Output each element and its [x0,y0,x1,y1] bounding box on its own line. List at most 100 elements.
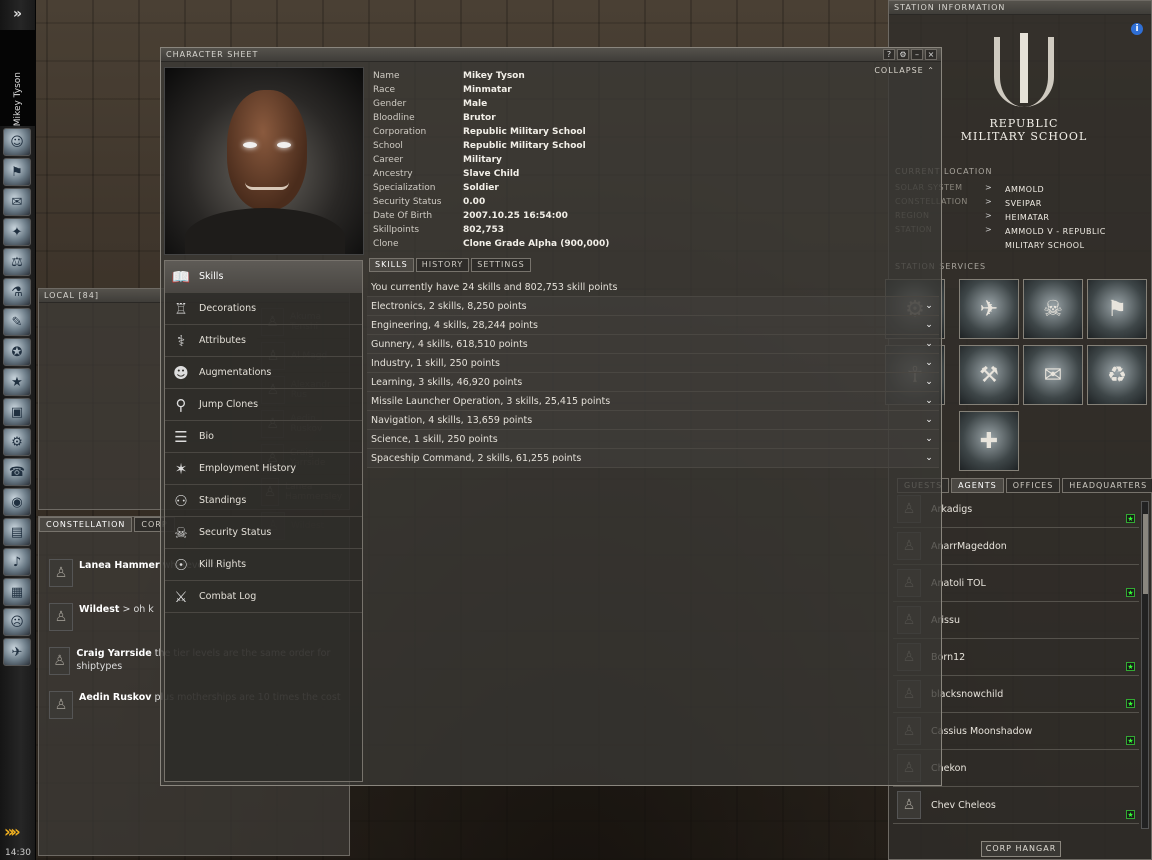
collapse-button[interactable]: COLLAPSE ⌃ [874,66,935,75]
station-info-title[interactable]: STATION INFORMATION [889,1,1151,15]
manufacturing-service-icon[interactable]: ⚒ [959,345,1019,405]
nav-item-kill-rights[interactable]: ☉ Kill Rights [165,549,362,581]
help-icon[interactable]: ? [883,49,895,60]
journal-icon[interactable]: ✎ [3,308,31,336]
chevron-down-icon[interactable]: ⌄ [923,411,935,430]
neocom-expand-button[interactable]: » [0,0,35,28]
neocom-arrows-icon[interactable]: »» [4,822,21,841]
character-portrait [164,67,364,255]
chevron-down-icon[interactable]: ⌄ [923,392,935,411]
skill-group-row[interactable]: Missile Launcher Operation, 3 skills, 25… [367,392,939,411]
corp-hangar-button[interactable]: CORP HANGAR [981,841,1061,857]
attribute-value: Male [463,99,488,109]
skills-icon[interactable]: ★ [3,368,31,396]
nav-item-combat-log[interactable]: ⚔ Combat Log [165,581,362,613]
settings-icon[interactable]: ⚙ [897,49,909,60]
location-value[interactable]: HEIMATAR [1005,211,1147,225]
browser-icon[interactable]: ◉ [3,488,31,516]
skill-group-row[interactable]: Engineering, 4 skills, 28,244 points ⌄ [367,316,939,335]
portrait-icon[interactable]: ☺ [3,128,31,156]
bounty-office-service-icon[interactable]: ☠ [1023,279,1083,339]
agent-row[interactable]: ♙ Chev Cheleos ★ [893,787,1139,824]
chevron-down-icon[interactable]: ⌄ [923,430,935,449]
attribute-value[interactable]: Republic Military School [463,139,586,153]
nav-item-attributes[interactable]: ⚕ Attributes [165,325,362,357]
attribute-value: Soldier [463,183,499,193]
notepad-icon[interactable]: ▤ [3,518,31,546]
chevron-down-icon[interactable]: ⌄ [923,354,935,373]
contacts-icon[interactable]: ☎ [3,458,31,486]
skill-tab-skills[interactable]: SKILLS [369,258,414,272]
neocom-character-name[interactable]: Mikey Tyson [0,30,36,126]
assets-icon[interactable]: ▣ [3,398,31,426]
nav-item-security-status[interactable]: ☠ Security Status [165,517,362,549]
reprocessing-plant-service-icon[interactable]: ♻ [1087,345,1147,405]
skill-group-row[interactable]: Learning, 3 skills, 46,920 points ⌄ [367,373,939,392]
skill-group-row[interactable]: Spaceship Command, 2 skills, 61,255 poin… [367,449,939,468]
chevron-down-icon[interactable]: ⌄ [923,316,935,335]
audio-icon[interactable]: ♪ [3,548,31,576]
corporation-icon[interactable]: ⚙ [3,428,31,456]
minimize-icon[interactable]: – [911,49,923,60]
calculator-icon[interactable]: ▦ [3,578,31,606]
help-icon[interactable]: ☹ [3,608,31,636]
chevron-down-icon[interactable]: ⌄ [923,449,935,468]
chevron-down-icon[interactable]: ⌄ [923,297,935,316]
nav-item-standings[interactable]: ⚇ Standings [165,485,362,517]
mail-icon[interactable]: ✉ [3,188,31,216]
skill-group-row[interactable]: Electronics, 2 skills, 8,250 points ⌄ [367,297,939,316]
skill-tab-history[interactable]: HISTORY [415,258,470,272]
nav-item-augmentations[interactable]: ☻ Augmentations [165,357,362,389]
skill-tab-settings[interactable]: SETTINGS [471,258,531,272]
message-sender[interactable]: Craig Yarrside [76,648,151,659]
skill-group-label: Electronics, 2 skills, 8,250 points [371,301,527,312]
character-sheet-window[interactable]: CHARACTER SHEET ? ⚙ – × COLLAPSE ⌃ Name Mike… [160,47,942,786]
skill-group-row[interactable]: Science, 1 skill, 250 points ⌄ [367,430,939,449]
attribute-row: Ancestry Slave Child [373,167,609,181]
attribute-value[interactable]: Republic Military School [463,125,586,139]
portrait-head [227,90,307,210]
science-icon[interactable]: ⚗ [3,278,31,306]
chevron-down-icon[interactable]: ⌄ [923,373,935,392]
message-sender[interactable]: Lanea Hammer [79,560,160,571]
sender-portrait-icon[interactable]: ♙ [49,559,73,587]
skill-group-row[interactable]: Industry, 1 skill, 250 points ⌄ [367,354,939,373]
close-icon[interactable]: × [925,49,937,60]
people-icon[interactable]: ⚑ [3,158,31,186]
sender-portrait-icon[interactable]: ♙ [49,647,71,675]
attribute-row: Gender Male [373,97,609,111]
skill-group-row[interactable]: Gunnery, 4 skills, 618,510 points ⌄ [367,335,939,354]
nav-item-bio[interactable]: ☰ Bio [165,421,362,453]
skill-group-row[interactable]: Navigation, 4 skills, 13,659 points ⌄ [367,411,939,430]
medical-service-icon[interactable]: ✚ [959,411,1019,471]
chevron-down-icon[interactable]: ⌄ [923,335,935,354]
nav-item-skills[interactable]: 📖 Skills [165,261,362,293]
sender-portrait-icon[interactable]: ♙ [49,691,73,719]
map-icon[interactable]: ✦ [3,218,31,246]
sender-portrait-icon[interactable]: ♙ [49,603,73,631]
message-text: Wildest > oh k [79,603,154,641]
location-value[interactable]: AMMOLD V - REPUBLIC MILITARY SCHOOL [1005,225,1147,253]
nav-item-decorations[interactable]: ♖ Decorations [165,293,362,325]
location-value[interactable]: SVEIPAR [1005,197,1147,211]
attribute-row: Security Status 0.00 [373,195,609,209]
chat-tab[interactable]: CONSTELLATION [39,517,133,532]
market-service-icon[interactable]: ✉ [1023,345,1083,405]
character-sheet-nav: 📖 Skills ♖ Decorations ⚕ Attributes ☻ Augmentat… [164,260,363,782]
message-sender[interactable]: Wildest [79,604,119,615]
fleet-icon[interactable]: ✪ [3,338,31,366]
character-sheet-title[interactable]: CHARACTER SHEET [161,48,941,62]
info-icon[interactable]: i [1131,23,1143,35]
security-office-service-icon[interactable]: ⚑ [1087,279,1147,339]
book-icon: 📖 [171,267,191,286]
attribute-key: Career [373,155,404,165]
ship-fitting-service-icon[interactable]: ✈ [959,279,1019,339]
market-icon[interactable]: ⚖ [3,248,31,276]
ship-icon[interactable]: ✈ [3,638,31,666]
message-sender[interactable]: Aedin Ruskov [79,692,151,703]
scrollbar-thumb[interactable] [1143,514,1148,594]
agent-list-scrollbar[interactable] [1141,501,1149,829]
nav-item-jump-clones[interactable]: ⚲ Jump Clones [165,389,362,421]
location-value[interactable]: AMMOLD [1005,183,1147,197]
nav-item-employment-history[interactable]: ✶ Employment History [165,453,362,485]
